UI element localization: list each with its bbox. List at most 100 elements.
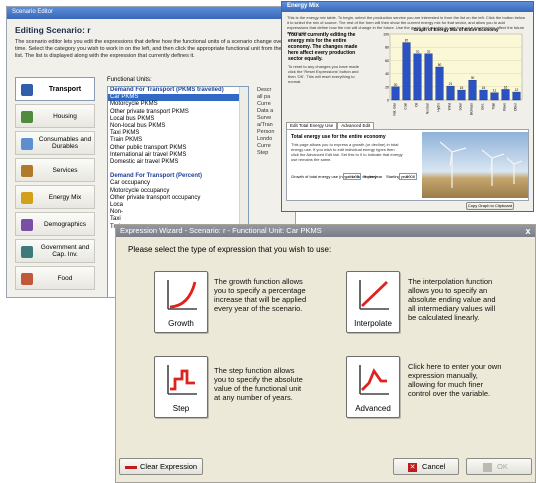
growth-curve-icon: [167, 280, 197, 310]
energy-mix-chart: Graph of Energy Mix of Entire Economy 0 20…: [383, 27, 523, 116]
list-item[interactable]: Other private transport occupancy: [108, 195, 248, 202]
list-item[interactable]: Other private transport PKMS: [108, 109, 248, 116]
bar-10: [490, 92, 499, 101]
bar-6: [446, 85, 455, 101]
list-item[interactable]: International air travel PKMS: [108, 152, 248, 159]
category-demographics[interactable]: Demographics: [15, 212, 95, 236]
window-title: Scenario Editor: [12, 9, 54, 15]
cancel-label: Cancel: [422, 462, 446, 471]
bar-2: [402, 42, 411, 101]
building-icon: [21, 246, 33, 258]
expression-wizard-dialog: Expression Wizard - Scenario: r - Functi…: [115, 224, 536, 483]
y-tick-label: 60: [385, 59, 389, 63]
bar-12: [512, 91, 521, 101]
chart-title: Graph of Energy Mix of Entire Economy: [413, 27, 499, 32]
clear-icon: [125, 465, 137, 469]
bar-data-label: 50: [438, 63, 442, 67]
list-item[interactable]: Loca: [108, 202, 248, 209]
list-item[interactable]: Domestic air travel PKMS: [108, 159, 248, 166]
briefcase-icon: [21, 165, 33, 177]
copy-graph-button[interactable]: Copy Graph to Clipboard: [466, 202, 514, 210]
list-item[interactable]: Non-: [108, 209, 248, 216]
category-consumables-and-durables[interactable]: Consumables and Durables: [15, 131, 95, 155]
category-food[interactable]: Food: [15, 266, 95, 290]
category-services[interactable]: Services: [15, 158, 95, 182]
editing-note: You are currently editing the energy mix…: [288, 32, 358, 62]
growth-description: The growth function allows you to specif…: [214, 277, 307, 313]
energy-mix-titlebar[interactable]: Energy Mix: [282, 2, 533, 12]
list-item[interactable]: Car occupancy: [108, 180, 248, 187]
bar-data-label: 21: [449, 82, 453, 86]
list-group-header: Demand For Transport (PKMS travelled): [110, 87, 224, 93]
category-label: Services: [52, 166, 78, 174]
list-group-header: Demand For Transport (Percent): [110, 173, 203, 180]
list-item[interactable]: Car PKMS: [108, 94, 248, 102]
category-label: Demographics: [44, 220, 86, 228]
scenario-editor-titlebar[interactable]: Scenario Editor: [7, 7, 295, 19]
advanced-label: Advanced: [355, 404, 391, 413]
window-title: Energy Mix: [287, 3, 320, 9]
category-government-and-cap-inv[interactable]: Government and Cap. Inv.: [15, 239, 95, 263]
bar-data-label: 12: [515, 88, 519, 92]
bar-5: [435, 66, 444, 101]
x-tick-label: Nuclear: [426, 102, 430, 114]
category-energy-mix[interactable]: Energy Mix: [15, 185, 95, 209]
list-item[interactable]: Local bus PKMS: [108, 116, 248, 123]
house-icon: [21, 111, 33, 123]
ok-button[interactable]: OK: [466, 458, 532, 475]
y-tick-label: 20: [385, 85, 389, 89]
clear-expression-button[interactable]: Clear Expression: [119, 458, 203, 475]
food-icon: [21, 273, 33, 285]
people-icon: [21, 219, 33, 231]
growth-label: Growth: [168, 319, 194, 328]
list-item[interactable]: Motorcycle occupancy: [108, 188, 248, 195]
interpolate-description: The interpolation function allows you to…: [408, 277, 496, 322]
wizard-prompt: Please select the type of expression tha…: [128, 245, 332, 254]
category-housing[interactable]: Housing: [15, 104, 95, 128]
category-label: Food: [57, 274, 73, 282]
step-button[interactable]: Step: [154, 356, 208, 418]
bar-11: [501, 89, 510, 101]
cancel-button[interactable]: ✕ Cancel: [393, 458, 459, 475]
list-item[interactable]: Non-local bus PKMS: [108, 123, 248, 130]
x-tick-label: Biomass: [470, 103, 474, 116]
clear-expression-label: Clear Expression: [140, 462, 198, 471]
ok-icon: [483, 462, 492, 472]
list-item[interactable]: Motorcycle PKMS: [108, 101, 248, 108]
start-year-input[interactable]: 2008: [399, 173, 417, 180]
cancel-icon: ✕: [408, 462, 417, 472]
x-tick-label: Tidal: [492, 103, 496, 110]
step-description: The step function allows you to specify …: [214, 366, 303, 402]
x-tick-label: Solar: [459, 102, 463, 110]
y-tick-label: 80: [385, 46, 389, 50]
list-item[interactable]: Taxi: [108, 216, 248, 223]
advanced-button[interactable]: Advanced: [346, 356, 400, 418]
y-tick-label: 0: [387, 99, 389, 103]
bar-data-label: 30: [471, 76, 475, 80]
bar-data-label: 15: [482, 86, 486, 90]
bar-4: [424, 53, 433, 101]
growth-input[interactable]: 1.00: [343, 173, 361, 180]
reset-note: To reset to any changes you have made cl…: [288, 64, 359, 84]
bar-data-label: 16: [504, 85, 508, 89]
close-icon[interactable]: x: [523, 226, 533, 236]
category-label: Consumables and Durables: [38, 136, 92, 150]
bar-data-label: 87: [405, 39, 409, 43]
interpolate-label: Interpolate: [354, 319, 392, 328]
y-tick-label: 40: [385, 72, 389, 76]
total-energy-panel: Total energy use for the entire economy …: [286, 129, 529, 201]
interpolate-button[interactable]: Interpolate: [346, 271, 400, 333]
step-function-icon: [167, 365, 197, 395]
tab-bar: Edit Total Energy Use Advanced Edit: [286, 122, 375, 130]
advanced-curve-icon: [359, 365, 389, 395]
list-item[interactable]: Taxi PKMS: [108, 130, 248, 137]
growth-button[interactable]: Growth: [154, 271, 208, 333]
list-item[interactable]: [108, 166, 248, 173]
bar-data-label: 20: [394, 83, 398, 87]
category-transport[interactable]: Transport: [15, 77, 95, 101]
wizard-titlebar[interactable]: Expression Wizard - Scenario: r - Functi…: [116, 225, 535, 237]
list-item[interactable]: Train PKMS: [108, 137, 248, 144]
list-item[interactable]: Other public transport PKMS: [108, 145, 248, 152]
x-tick-label: Hydro: [437, 103, 441, 112]
bar-data-label: 70: [416, 50, 420, 54]
